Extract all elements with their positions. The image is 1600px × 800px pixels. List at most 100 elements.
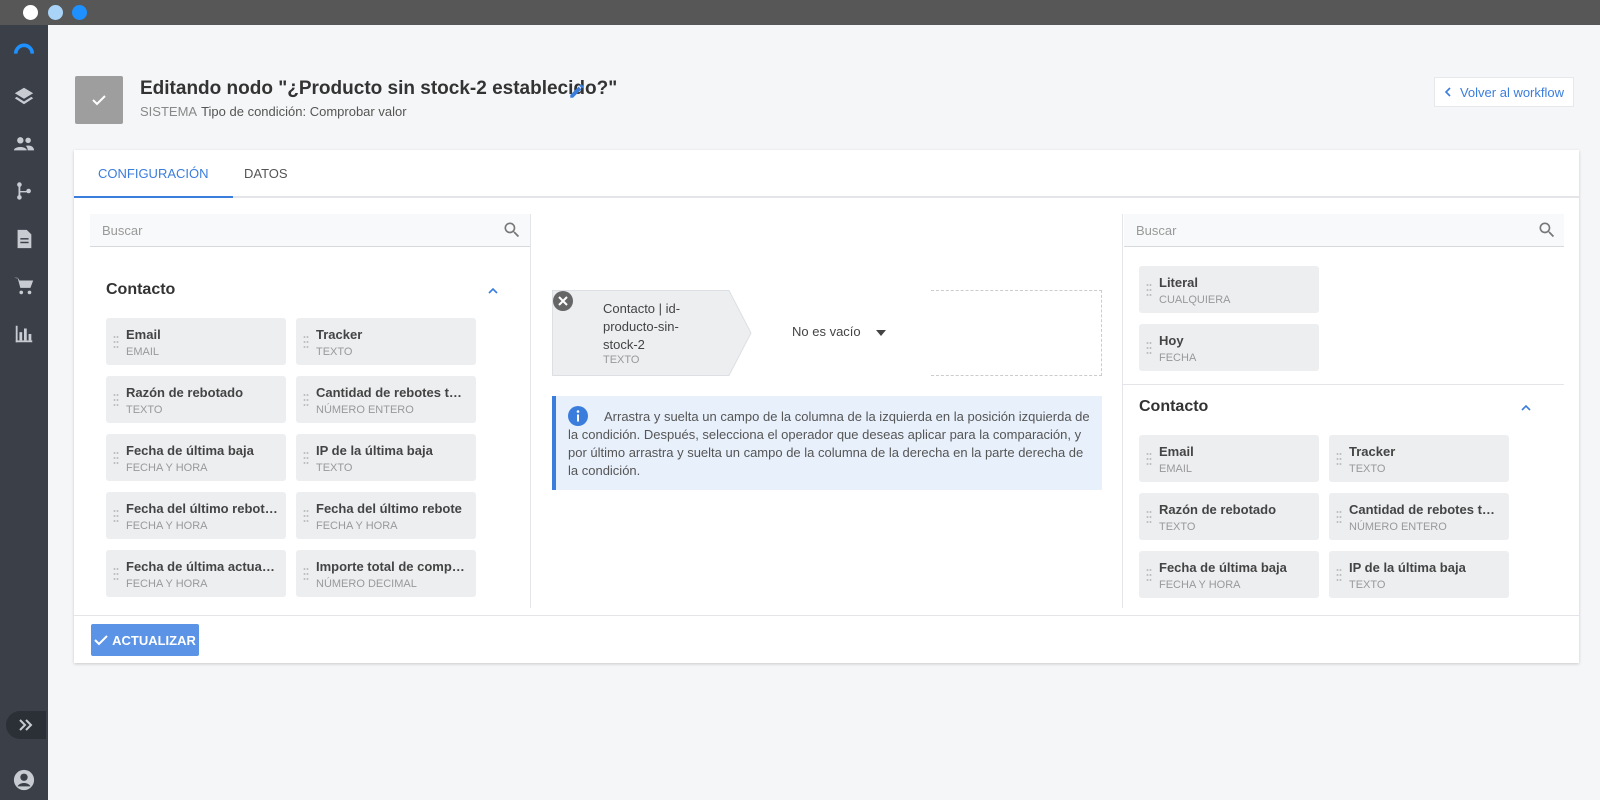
field-card[interactable]: Email Email xyxy=(106,318,286,365)
drag-handle-icon[interactable] xyxy=(113,451,119,465)
drag-handle-icon[interactable] xyxy=(113,335,119,349)
field-card[interactable]: Tracker Texto xyxy=(296,318,476,365)
right-fields-panel: Buscar Literal Cualquiera Hoy Fecha Cont… xyxy=(1122,214,1564,608)
expand-icon[interactable] xyxy=(6,711,46,739)
search-icon[interactable] xyxy=(502,220,522,240)
drag-handle-icon[interactable] xyxy=(303,567,309,581)
field-card[interactable]: Fecha de última baja Fecha y hora xyxy=(1139,551,1319,598)
drag-handle-icon[interactable] xyxy=(113,393,119,407)
field-type: Fecha y hora xyxy=(126,462,208,474)
field-card[interactable]: Fecha del último rebote Fecha y hora xyxy=(296,492,476,539)
left-search-placeholder: Buscar xyxy=(102,223,143,238)
left-section-title: Contacto xyxy=(106,281,176,298)
drag-handle-icon[interactable] xyxy=(303,451,309,465)
bar-chart-icon[interactable] xyxy=(0,314,48,354)
field-card[interactable]: IP de la última baja Texto xyxy=(1329,551,1509,598)
field-card[interactable]: Tracker Texto xyxy=(1329,435,1509,482)
drag-handle-icon[interactable] xyxy=(303,335,309,349)
operator-select[interactable]: No es vacío xyxy=(792,324,861,339)
field-name: Cantidad de rebotes temporales xyxy=(316,385,468,400)
chevron-up-icon[interactable] xyxy=(1519,401,1533,415)
drag-handle-icon[interactable] xyxy=(113,509,119,523)
field-type: Fecha y hora xyxy=(316,520,398,532)
right-search-input[interactable]: Buscar xyxy=(1124,214,1564,247)
field-name: Razón de rebotado xyxy=(126,385,244,400)
drag-handle-icon[interactable] xyxy=(1146,283,1152,297)
field-name: Fecha de última actualización xyxy=(126,559,278,574)
logo-icon[interactable] xyxy=(0,29,48,69)
drag-handle-icon[interactable] xyxy=(1336,568,1342,582)
caret-down-icon[interactable] xyxy=(876,330,886,336)
chevron-left-icon xyxy=(1444,87,1451,97)
cart-icon[interactable] xyxy=(0,266,48,306)
drag-handle-icon[interactable] xyxy=(1146,568,1152,582)
remove-icon[interactable] xyxy=(552,290,574,312)
system-label: SISTEMA xyxy=(140,104,198,119)
chevron-up-icon[interactable] xyxy=(486,284,500,298)
field-card[interactable]: Razón de rebotado Texto xyxy=(1139,493,1319,540)
window-dot-2[interactable] xyxy=(48,5,63,20)
update-button-label: ACTUALIZAR xyxy=(112,632,196,648)
field-card[interactable]: Cantidad de rebotes temporales Número en… xyxy=(1329,493,1509,540)
field-name: Fecha de última baja xyxy=(126,443,254,458)
literal-card[interactable]: Literal Cualquiera xyxy=(1139,266,1319,313)
info-text: Arrastra y suelta un campo de la columna… xyxy=(568,409,1090,478)
edit-pencil-icon[interactable] xyxy=(568,82,586,100)
tab-datos[interactable]: Datos xyxy=(220,150,312,198)
field-type: Texto xyxy=(1349,463,1386,475)
field-card[interactable]: Cantidad de rebotes temporales Número en… xyxy=(296,376,476,423)
people-icon[interactable] xyxy=(0,124,48,164)
card-footer-divider xyxy=(74,615,1579,616)
field-type: Número entero xyxy=(1349,521,1447,533)
window-dot-3[interactable] xyxy=(72,5,87,20)
user-icon[interactable] xyxy=(0,760,48,800)
tab-bar: Configuración Datos xyxy=(74,150,1579,198)
field-card[interactable]: Fecha del último rebote temporal Fecha y… xyxy=(106,492,286,539)
drag-handle-icon[interactable] xyxy=(113,567,119,581)
field-name: Hoy xyxy=(1159,333,1184,348)
field-card[interactable]: Razón de rebotado Texto xyxy=(106,376,286,423)
sidebar xyxy=(0,25,48,800)
field-card[interactable]: Fecha de última actualización Fecha y ho… xyxy=(106,550,286,597)
literal-card[interactable]: Hoy Fecha xyxy=(1139,324,1319,371)
drag-handle-icon[interactable] xyxy=(1336,452,1342,466)
condition-type-label: Tipo de condición: Comprobar valor xyxy=(201,104,407,119)
document-icon[interactable] xyxy=(0,219,48,259)
condition-right-dropzone[interactable] xyxy=(931,290,1102,376)
back-to-workflow-button[interactable]: Volver al workflow xyxy=(1434,77,1574,107)
field-type: Número decimal xyxy=(316,578,417,590)
field-name: Fecha del último rebote xyxy=(316,501,462,516)
field-card[interactable]: Importe total de compras Número decimal xyxy=(296,550,476,597)
drag-handle-icon[interactable] xyxy=(1146,510,1152,524)
field-name: Email xyxy=(1159,444,1194,459)
field-type: Email xyxy=(1159,463,1193,475)
search-icon[interactable] xyxy=(1537,220,1557,240)
tab-configuracion[interactable]: Configuración xyxy=(74,150,233,198)
config-card: Configuración Datos Buscar Contacto Emai… xyxy=(74,150,1579,663)
field-card[interactable]: Email Email xyxy=(1139,435,1319,482)
field-card[interactable]: IP de la última baja Texto xyxy=(296,434,476,481)
drag-handle-icon[interactable] xyxy=(1336,510,1342,524)
drag-handle-icon[interactable] xyxy=(1146,452,1152,466)
field-type: Fecha y hora xyxy=(126,520,208,532)
field-type: Texto xyxy=(1349,579,1386,591)
page-subtitle: SISTEMA Tipo de condición: Comprobar valo… xyxy=(140,104,407,119)
update-button[interactable]: ACTUALIZAR xyxy=(91,624,199,656)
field-card[interactable]: Fecha de última baja Fecha y hora xyxy=(106,434,286,481)
field-name: Importe total de compras xyxy=(316,559,468,574)
workflow-icon[interactable] xyxy=(0,171,48,211)
check-icon xyxy=(94,635,108,646)
field-name: Razón de rebotado xyxy=(1159,502,1277,517)
condition-builder: Contacto | id-producto-sin-stock-2 Texto… xyxy=(552,290,1102,376)
field-name: IP de la última baja xyxy=(1349,560,1466,575)
field-name: Fecha de última baja xyxy=(1159,560,1287,575)
drag-handle-icon[interactable] xyxy=(1146,341,1152,355)
left-search-input[interactable]: Buscar xyxy=(90,214,530,247)
window-dot-1[interactable] xyxy=(23,5,38,20)
field-name: Fecha del último rebote temporal xyxy=(126,501,278,516)
layers-icon[interactable] xyxy=(0,76,48,116)
condition-left-operand[interactable]: Contacto | id-producto-sin-stock-2 Texto xyxy=(552,290,752,376)
drag-handle-icon[interactable] xyxy=(303,393,309,407)
drag-handle-icon[interactable] xyxy=(303,509,309,523)
field-type: Texto xyxy=(316,346,353,358)
